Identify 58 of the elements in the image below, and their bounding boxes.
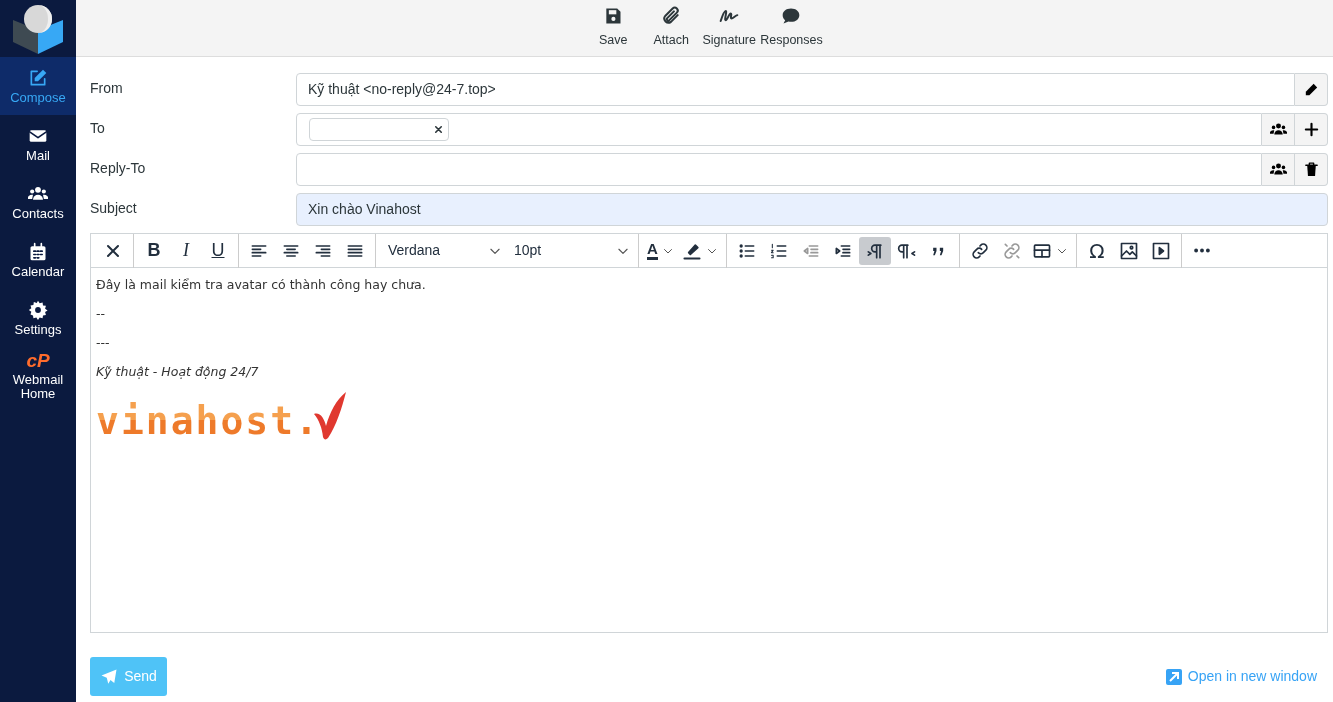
external-window-icon	[1165, 668, 1182, 685]
field-action-button[interactable]	[1262, 113, 1295, 146]
font-dropdown[interactable]: Verdana	[380, 236, 506, 265]
trash-icon	[1302, 161, 1320, 178]
sidebar-item[interactable]: Contacts	[0, 173, 76, 231]
speech-bubble-icon	[781, 6, 802, 26]
field-action-button[interactable]	[1295, 73, 1328, 106]
field-action-button[interactable]	[1262, 153, 1295, 186]
bold-icon: B	[147, 237, 161, 264]
input-field[interactable]	[296, 153, 1262, 186]
format-button[interactable]: I	[170, 236, 202, 265]
field-label: Reply-To	[90, 159, 147, 178]
toolbar-button[interactable]: Signature	[700, 0, 759, 56]
unlink-icon	[1001, 240, 1022, 261]
format-button[interactable]: A	[643, 236, 678, 265]
save-icon	[603, 6, 624, 26]
remove-icon	[433, 124, 444, 135]
field-action-button[interactable]	[1295, 153, 1328, 186]
toolbar-button[interactable]: Attach	[642, 0, 701, 56]
format-button[interactable]: U	[202, 236, 234, 265]
plus-icon	[1302, 121, 1320, 138]
sidebar-item[interactable]: cP Webmail Home	[0, 347, 76, 405]
body-text: ---	[96, 334, 111, 351]
format-button[interactable]	[858, 236, 891, 265]
field-label: From	[90, 79, 124, 98]
sidebar-item[interactable]: Compose	[0, 57, 76, 115]
toolbar-button[interactable]: Save	[584, 0, 643, 56]
format-button[interactable]: B	[138, 236, 170, 265]
cpanel-logo: cP	[26, 351, 50, 371]
format-button[interactable]: Ω	[1080, 236, 1113, 265]
image-icon	[1118, 240, 1139, 261]
sidebar-item[interactable]: Mail	[0, 115, 76, 173]
media-icon	[1150, 240, 1171, 261]
body-text: Kỹ thuật - Hoạt động 24/7	[96, 363, 260, 380]
paper-plane-icon	[100, 667, 119, 686]
field-label: To	[90, 119, 106, 138]
checkmark-icon	[311, 392, 346, 440]
paperclip-icon	[661, 6, 682, 26]
field-action-button[interactable]	[1295, 113, 1328, 146]
link-icon	[969, 240, 990, 261]
settings-icon	[28, 299, 48, 320]
body-text: Đây là mail kiểm tra avatar có thành công hay chưa.	[96, 276, 427, 293]
input-field[interactable]: Kỹ thuật <no-reply@24-7.top>	[296, 73, 1295, 106]
body-text: --	[96, 305, 107, 322]
omega-icon: Ω	[1089, 235, 1105, 266]
underline-icon: U	[211, 237, 225, 264]
italic-icon: I	[183, 237, 189, 264]
logo-icon	[11, 3, 65, 54]
more-icon	[1193, 248, 1210, 253]
calendar-icon	[28, 241, 48, 262]
toolbar-button[interactable]: Responses	[758, 0, 825, 56]
input-field[interactable]: Xin chào Vinahost	[296, 193, 1328, 226]
compose-icon	[28, 67, 48, 88]
sidebar-item[interactable]: Settings	[0, 289, 76, 347]
field-label: Subject	[90, 199, 138, 218]
sidebar-item[interactable]: Calendar	[0, 231, 76, 289]
font-dropdown[interactable]: 10pt	[506, 236, 634, 265]
recipient-field[interactable]	[296, 113, 1262, 146]
